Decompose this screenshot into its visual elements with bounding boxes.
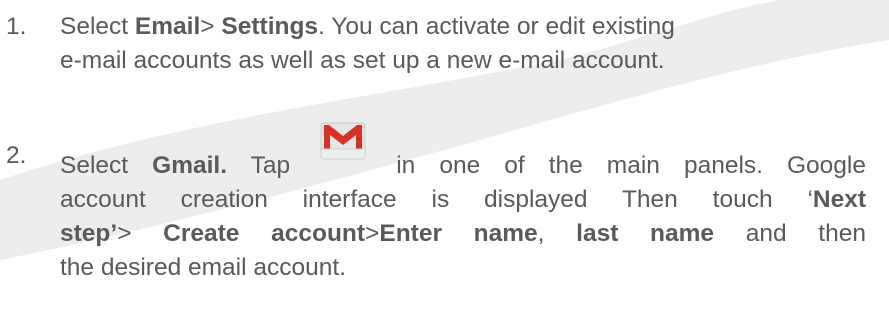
- gmail-icon: [320, 119, 366, 161]
- step-2-line-1: Select Gmail. Tap in one of the main pan…: [60, 122, 866, 183]
- step-text: Select Gmail. Tap in one of the main pan…: [60, 122, 866, 285]
- comma: ,: [537, 220, 577, 247]
- separator: >: [365, 220, 380, 247]
- settings-label: Settings: [221, 13, 319, 40]
- text-activate: . You can activate or edit existing: [318, 13, 675, 40]
- step-1-line-2: e-mail accounts as well as set up a new …: [60, 47, 665, 74]
- separator: >: [117, 220, 164, 247]
- step-number: 2.: [6, 142, 27, 169]
- step-2-line-3: step’> Create account>Enter name, last n…: [60, 217, 866, 251]
- step-1-line-1: Select Email> Settings. You can activate…: [60, 10, 866, 44]
- next-step-label-end: step’: [60, 220, 118, 247]
- last-name-label: last name: [576, 220, 715, 247]
- enter-name-label: Enter name: [379, 220, 538, 247]
- step-text: Select Email> Settings. You can activate…: [60, 10, 866, 78]
- text-select: Select: [60, 13, 135, 40]
- separator: >: [200, 13, 222, 40]
- text-tap: Tap: [227, 152, 315, 179]
- text-and-then: and then: [714, 220, 866, 247]
- step-number: 1.: [6, 13, 27, 40]
- text-interface: account creation interface is displayed …: [60, 186, 813, 213]
- step-2-line-4: the desired email account.: [60, 254, 346, 281]
- text-main-panels: in one of the main panels. Google: [372, 152, 866, 179]
- gmail-label: Gmail.: [152, 152, 228, 179]
- create-account-label: Create account: [163, 220, 366, 247]
- email-label: Email: [134, 13, 201, 40]
- next-step-label: Next: [812, 186, 866, 213]
- text-select: Select: [60, 152, 153, 179]
- step-2-line-2: account creation interface is displayed …: [60, 183, 866, 217]
